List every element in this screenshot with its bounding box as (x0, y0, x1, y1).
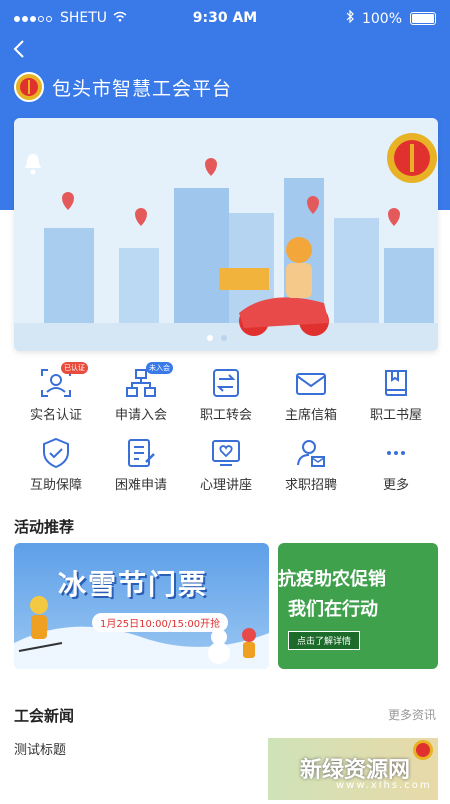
page-title: 包头市智慧工会平台 (52, 77, 233, 100)
shield-check-icon (39, 436, 73, 470)
promo-card-ice-snow[interactable]: 冰雪节门票 1月25日10:00/15:00开抢 (14, 543, 269, 669)
chevron-left-icon[interactable] (12, 38, 26, 64)
promo-detail-button[interactable]: 点击了解详情 (288, 631, 361, 650)
service-apply-membership[interactable]: 未入会 申请入会 (99, 360, 183, 430)
service-more[interactable]: 更多 (354, 430, 438, 500)
transfer-icon (209, 366, 243, 400)
service-label: 互助保障 (29, 478, 82, 493)
id-card-icon: 已认证 (39, 362, 88, 400)
service-label: 职工转会 (199, 408, 252, 423)
service-label: 职工书屋 (369, 408, 422, 423)
mail-icon (294, 366, 328, 400)
service-label: 困难申请 (114, 478, 167, 493)
union-logo-icon (14, 72, 44, 102)
status-badge: 已认证 (61, 362, 88, 374)
battery-percent: 100% (361, 10, 402, 27)
promo-headline: 冰雪节门票 (58, 568, 209, 601)
service-label: 申请入会 (114, 408, 167, 423)
user-mail-icon (294, 436, 328, 470)
service-worker-transfer[interactable]: 职工转会 (184, 360, 268, 430)
page-header: 包头市智慧工会平台 (14, 72, 232, 102)
service-mutual-aid[interactable]: 互助保障 (14, 430, 98, 500)
heart-screen-icon (209, 436, 243, 470)
service-psych-lecture[interactable]: 心理讲座 (184, 430, 268, 500)
status-bar: SHETU 9:30 AM 100% (0, 9, 450, 30)
service-chairman-mailbox[interactable]: 主席信箱 (269, 360, 353, 430)
news-item-title[interactable]: 测试标题 (14, 739, 66, 758)
status-right: 100% (346, 9, 436, 27)
service-row: 互助保障 困难申请 心理讲座 求职招聘 更多 (14, 430, 438, 500)
news-title: 工会新闻 (14, 707, 75, 725)
more-news-link[interactable]: 更多资讯 (388, 706, 436, 723)
more-dots-icon (379, 436, 413, 470)
service-label: 更多 (382, 478, 409, 493)
snow-illustration (14, 596, 269, 669)
service-job-recruit[interactable]: 求职招聘 (269, 430, 353, 500)
banner-carousel[interactable] (14, 118, 438, 351)
promo-date: 1月25日10:00/15:00开抢 (92, 613, 229, 632)
service-label: 主席信箱 (284, 408, 337, 423)
document-edit-icon (124, 436, 158, 470)
org-chart-icon: 未入会 (124, 362, 173, 400)
book-icon (379, 366, 413, 400)
bell-icon[interactable] (22, 152, 44, 180)
service-label: 心理讲座 (199, 478, 252, 493)
service-worker-library[interactable]: 职工书屋 (354, 360, 438, 430)
watermark-url: www.xlhs.com (336, 780, 432, 791)
service-grid: 已认证 实名认证 未入会 申请入会 职工转会 主席信箱 职工书屋 互助保障 困难… (14, 360, 438, 500)
service-real-name-auth[interactable]: 已认证 实名认证 (14, 360, 98, 430)
battery-icon (410, 12, 436, 25)
service-row: 已认证 实名认证 未入会 申请入会 职工转会 主席信箱 职工书屋 (14, 360, 438, 430)
bluetooth-icon (346, 9, 354, 27)
promo-headline-1: 抗疫助农促销 (278, 569, 386, 590)
service-label: 实名认证 (29, 408, 82, 423)
promo-headline-2: 我们在行动 (288, 599, 378, 620)
promo-card-farm-aid[interactable]: 抗疫助农促销 我们在行动 点击了解详情 (278, 543, 438, 669)
service-label: 求职招聘 (284, 478, 337, 493)
service-hardship-apply[interactable]: 困难申请 (99, 430, 183, 500)
banner-illustration (14, 118, 438, 351)
activities-title: 活动推荐 (14, 518, 75, 536)
status-badge: 未入会 (146, 362, 173, 374)
